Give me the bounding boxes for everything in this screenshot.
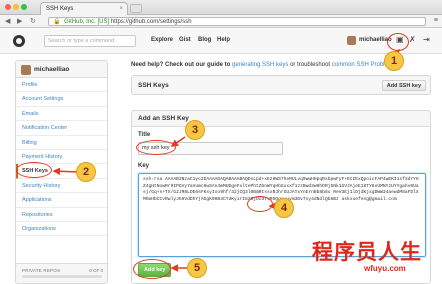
- private-repos-label: PRIVATE REPOS: [22, 268, 61, 273]
- browser-tab-bar: SSH Keys ×: [0, 0, 442, 15]
- account-settings-icon[interactable]: ✗: [409, 35, 416, 45]
- highlight-key-circle: [247, 196, 273, 212]
- forward-icon[interactable]: ▶: [17, 17, 22, 26]
- url-path: https://github.com/settings/ssh: [110, 19, 192, 25]
- add-ssh-key-button[interactable]: Add SSH key: [381, 80, 426, 91]
- sidebar-item-account-settings[interactable]: Account Settings: [16, 92, 107, 107]
- avatar[interactable]: [347, 36, 356, 45]
- sidebar-header: michaelliao: [16, 61, 107, 78]
- sidebar-item-organizations[interactable]: Organizations: [16, 222, 107, 237]
- sign-out-icon[interactable]: ⇥: [423, 35, 430, 45]
- key-label: Key: [138, 163, 150, 169]
- tab-title: SSH Keys: [46, 6, 74, 12]
- watermark-url: wfuyu.com: [364, 264, 406, 273]
- new-tab-button[interactable]: [130, 4, 142, 13]
- highlight-settings-circle: [387, 33, 409, 51]
- form-title: Add an SSH Key: [132, 111, 430, 127]
- private-repos-count: 0 OF 0: [89, 268, 103, 273]
- ssh-keys-title: SSH Keys: [138, 82, 169, 89]
- back-icon[interactable]: ◀: [5, 17, 10, 26]
- sidebar-item-profile[interactable]: Profile: [16, 78, 107, 93]
- watermark: 程序员人生 wfuyu.com: [312, 236, 442, 284]
- github-header: Search or type a command Explore Gist Bl…: [0, 29, 442, 54]
- sidebar-item-notification-center[interactable]: Notification Center: [16, 121, 107, 136]
- private-repos-footer: PRIVATE REPOS 0 OF 0: [16, 263, 107, 283]
- url-host: GitHub, Inc. [US]: [64, 19, 110, 25]
- tab-close-icon[interactable]: ×: [119, 3, 123, 15]
- sidebar-item-repositories[interactable]: Repositories: [16, 208, 107, 222]
- help-middle: or troubleshoot: [290, 62, 331, 68]
- sidebar-item-billing[interactable]: Billing: [16, 136, 107, 150]
- window-zoom-button[interactable]: [21, 4, 27, 10]
- watermark-text: 程序员人生: [312, 239, 422, 264]
- github-logo-icon[interactable]: [13, 35, 25, 47]
- highlight-title-circle: [136, 140, 176, 155]
- nav-explore[interactable]: Explore: [151, 37, 173, 43]
- sidebar-username: michaelliao: [34, 66, 70, 73]
- highlight-add-key-circle: [133, 259, 171, 279]
- browser-menu-icon[interactable]: ≡: [434, 17, 438, 24]
- sidebar-avatar: [21, 65, 31, 75]
- search-input[interactable]: Search or type a command: [44, 35, 136, 47]
- nav-gist[interactable]: Gist: [179, 37, 191, 43]
- generating-ssh-keys-link[interactable]: generating SSH keys: [232, 62, 288, 68]
- help-prefix: Need help? Check out our guide to: [131, 62, 231, 68]
- private-repos-progress: [22, 275, 102, 278]
- reload-icon[interactable]: ↻: [30, 17, 36, 26]
- sidebar-item-applications[interactable]: Applications: [16, 193, 107, 208]
- nav-blog[interactable]: Blog: [198, 37, 211, 43]
- browser-toolbar: ◀ ▶ ↻ 🔒 GitHub, Inc. [US] https://github…: [0, 15, 442, 28]
- step-1-badge: 1: [384, 51, 404, 71]
- window-close-button[interactable]: [5, 4, 11, 10]
- window-minimize-button[interactable]: [13, 4, 19, 10]
- step-5-badge: 5: [187, 258, 207, 278]
- title-label: Title: [138, 132, 151, 138]
- step-2-badge: 2: [76, 162, 96, 182]
- browser-tab[interactable]: SSH Keys ×: [40, 2, 128, 15]
- highlight-ssh-keys-circle: [16, 162, 52, 178]
- address-bar[interactable]: 🔒 GitHub, Inc. [US] https://github.com/s…: [48, 17, 426, 26]
- sidebar-item-security-history[interactable]: Security History: [16, 179, 107, 194]
- step-4-badge: 4: [274, 198, 294, 218]
- step-3-badge: 3: [185, 120, 205, 140]
- lock-icon: 🔒: [53, 19, 61, 25]
- ssh-keys-panel: SSH Keys Add SSH key: [131, 75, 431, 95]
- nav-help[interactable]: Help: [217, 37, 230, 43]
- help-text: Need help? Check out our guide to genera…: [131, 62, 396, 68]
- sidebar-item-emails[interactable]: Emails: [16, 107, 107, 122]
